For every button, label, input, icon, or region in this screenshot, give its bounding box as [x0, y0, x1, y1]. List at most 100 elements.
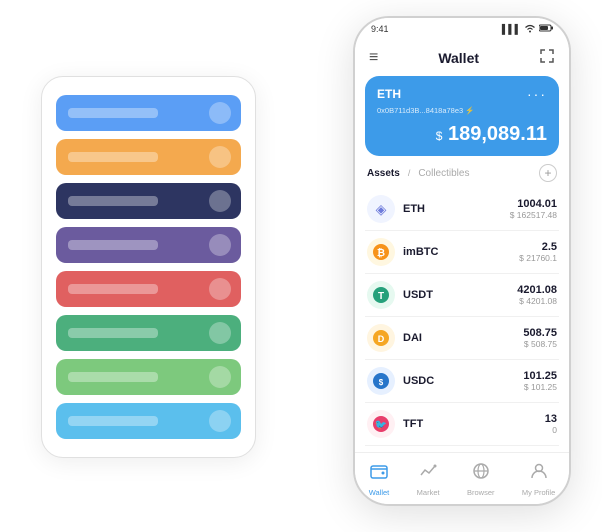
page-title: Wallet: [438, 50, 479, 66]
expand-icon[interactable]: [539, 48, 555, 69]
wallet-currency-label: ETH: [377, 87, 401, 101]
list-item[interactable]: [56, 183, 241, 219]
phone-mockup: 9:41 ▌▌▌: [353, 16, 571, 506]
table-row[interactable]: ◈ ETH 1004.01 $ 162517.48: [365, 188, 559, 231]
card-icon: [209, 278, 231, 300]
asset-usd: $ 508.75: [523, 339, 557, 349]
asset-usd: $ 21760.1: [519, 253, 557, 263]
list-item[interactable]: [56, 359, 241, 395]
asset-amount: 13: [545, 413, 557, 425]
tft-icon: 🐦: [367, 410, 395, 438]
asset-name: TFT: [403, 418, 545, 430]
wallet-nav-label: Wallet: [369, 488, 390, 497]
asset-amounts: 101.25 $ 101.25: [523, 370, 557, 392]
signal-icon: ▌▌▌: [502, 24, 521, 34]
card-label: [68, 416, 158, 426]
status-right: ▌▌▌: [502, 23, 553, 35]
bottom-nav-wallet[interactable]: Wallet: [369, 461, 390, 497]
eth-icon: ◈: [367, 195, 395, 223]
asset-list: ◈ ETH 1004.01 $ 162517.48 ₿ imBTC 2.5: [355, 188, 569, 452]
tab-divider: /: [408, 168, 411, 178]
currency-sign: $: [436, 129, 443, 143]
asset-amounts: 2.5 $ 21760.1: [519, 241, 557, 263]
list-item[interactable]: [56, 227, 241, 263]
card-icon: [209, 234, 231, 256]
usdc-icon: $: [367, 367, 395, 395]
table-row[interactable]: $ USDC 101.25 $ 101.25: [365, 360, 559, 403]
status-time: 9:41: [371, 24, 389, 34]
market-nav-icon: [418, 461, 438, 486]
asset-usd: $ 162517.48: [510, 210, 557, 220]
asset-amount: 1004.01: [510, 198, 557, 210]
table-row[interactable]: ₿ imBTC 2.5 $ 21760.1: [365, 231, 559, 274]
list-item[interactable]: [56, 315, 241, 351]
asset-amounts: 13 0: [545, 413, 557, 435]
asset-name: ETH: [403, 203, 510, 215]
asset-amounts: 4201.08 $ 4201.08: [517, 284, 557, 306]
wallet-balance: $ 189,089.11: [377, 123, 547, 146]
asset-amounts: 1004.01 $ 162517.48: [510, 198, 557, 220]
card-label: [68, 152, 158, 162]
card-stack: [41, 76, 256, 458]
card-label: [68, 328, 158, 338]
table-row[interactable]: 🐦 TFT 13 0: [365, 403, 559, 446]
svg-text:T: T: [378, 291, 384, 302]
menu-icon[interactable]: ≡: [369, 49, 378, 67]
asset-name: USDC: [403, 375, 523, 387]
browser-nav-label: Browser: [467, 488, 495, 497]
wallet-card-top: ETH ···: [377, 86, 547, 102]
bottom-nav-profile[interactable]: My Profile: [522, 461, 555, 497]
list-item[interactable]: [56, 403, 241, 439]
asset-usd: $ 101.25: [523, 382, 557, 392]
plus-icon: +: [544, 166, 551, 180]
profile-nav-label: My Profile: [522, 488, 555, 497]
asset-name: imBTC: [403, 246, 519, 258]
balance-amount: 189,089.11: [448, 123, 547, 145]
list-item[interactable]: [56, 139, 241, 175]
dai-icon: D: [367, 324, 395, 352]
card-icon: [209, 146, 231, 168]
card-icon: [209, 366, 231, 388]
card-label: [68, 284, 158, 294]
bottom-nav-market[interactable]: Market: [417, 461, 440, 497]
battery-icon: [539, 24, 553, 34]
wifi-icon: [524, 23, 536, 35]
add-asset-button[interactable]: +: [539, 164, 557, 182]
table-row[interactable]: T USDT 4201.08 $ 4201.08: [365, 274, 559, 317]
wallet-card[interactable]: ETH ··· 0x0B711d3B...8418a78e3 ⚡ $ 189,0…: [365, 76, 559, 156]
asset-amount: 4201.08: [517, 284, 557, 296]
asset-amount: 2.5: [519, 241, 557, 253]
svg-text:D: D: [378, 334, 385, 344]
top-nav-bar: ≡ Wallet: [355, 40, 569, 76]
wallet-options-icon[interactable]: ···: [527, 86, 547, 102]
list-item[interactable]: [56, 95, 241, 131]
assets-tabs: Assets / Collectibles: [367, 168, 469, 179]
table-row[interactable]: D DAI 508.75 $ 508.75: [365, 317, 559, 360]
tab-assets[interactable]: Assets: [367, 168, 400, 179]
profile-nav-icon: [529, 461, 549, 486]
asset-amounts: 508.75 $ 508.75: [523, 327, 557, 349]
status-bar: 9:41 ▌▌▌: [355, 18, 569, 40]
asset-name: USDT: [403, 289, 517, 301]
market-nav-label: Market: [417, 488, 440, 497]
assets-header: Assets / Collectibles +: [355, 164, 569, 188]
bottom-nav: Wallet Market: [355, 452, 569, 504]
tab-collectibles[interactable]: Collectibles: [418, 168, 469, 179]
scene: 9:41 ▌▌▌: [21, 16, 581, 516]
asset-amount: 508.75: [523, 327, 557, 339]
svg-text:₿: ₿: [377, 247, 385, 259]
usdt-icon: T: [367, 281, 395, 309]
asset-name: DAI: [403, 332, 523, 344]
card-icon: [209, 410, 231, 432]
card-label: [68, 240, 158, 250]
bottom-nav-browser[interactable]: Browser: [467, 461, 495, 497]
card-label: [68, 108, 158, 118]
svg-text:🐦: 🐦: [375, 420, 387, 431]
card-label: [68, 196, 158, 206]
asset-usd: 0: [545, 425, 557, 435]
list-item[interactable]: [56, 271, 241, 307]
card-label: [68, 372, 158, 382]
wallet-nav-icon: [369, 461, 389, 486]
card-icon: [209, 102, 231, 124]
card-icon: [209, 322, 231, 344]
